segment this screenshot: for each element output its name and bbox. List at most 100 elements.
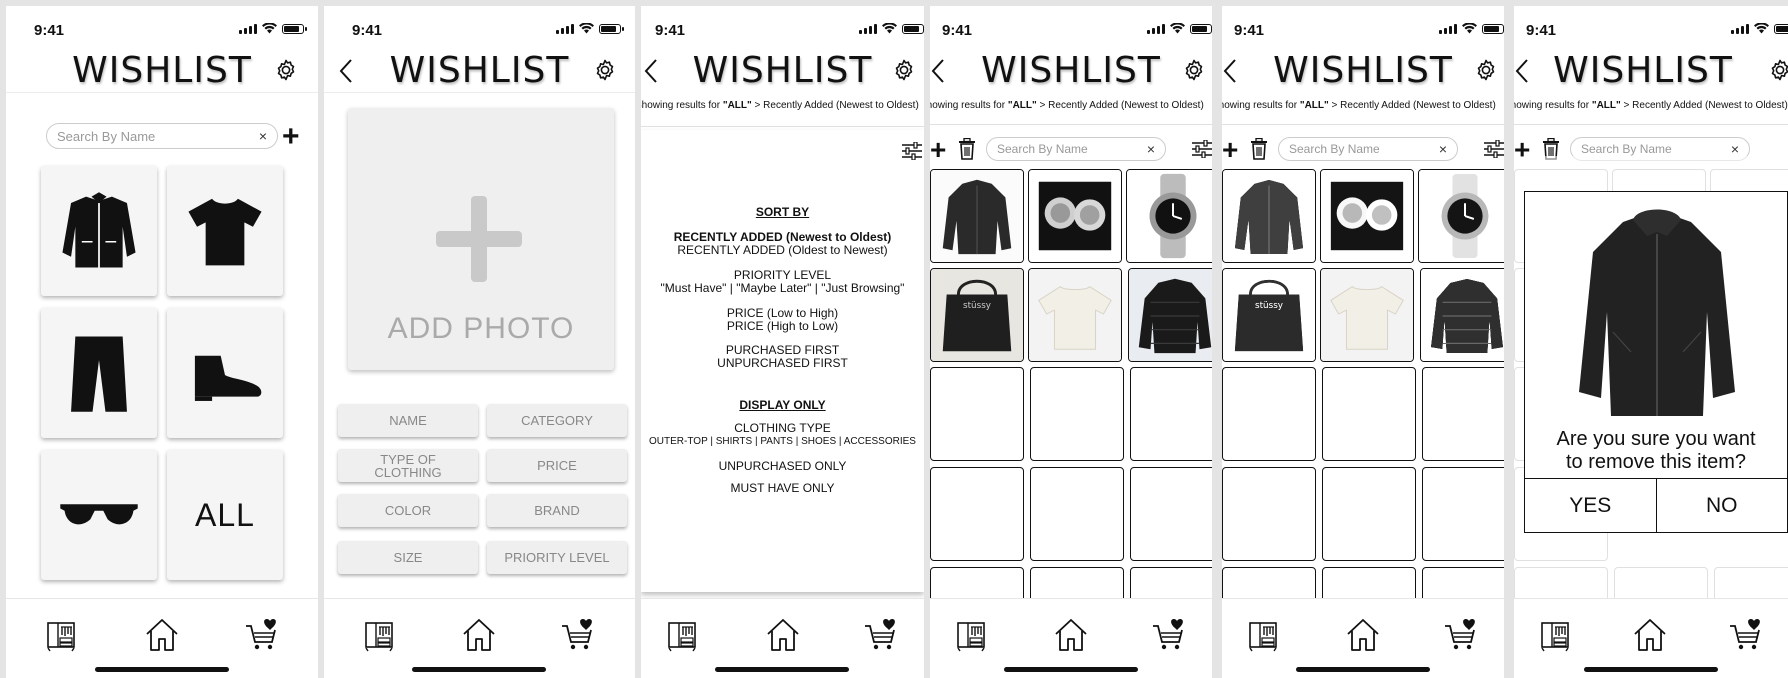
sort-price-high-low[interactable]: PRICE (High to Low): [641, 320, 924, 333]
add-item-button[interactable]: +: [1222, 136, 1238, 164]
cart-heart-icon[interactable]: [863, 617, 899, 653]
closet-icon[interactable]: [44, 617, 80, 653]
home-icon[interactable]: [1632, 617, 1668, 653]
add-item-button[interactable]: +: [282, 122, 300, 152]
item-tile-earrings[interactable]: [1028, 169, 1122, 263]
category-outer-top[interactable]: [41, 166, 157, 296]
cart-heart-icon[interactable]: [1443, 617, 1479, 653]
filter-unpurchased-only[interactable]: UNPURCHASED ONLY: [641, 460, 924, 473]
field-category[interactable]: CATEGORY: [487, 404, 627, 437]
field-brand[interactable]: BRAND: [487, 494, 627, 527]
tab-bar: [1514, 598, 1788, 678]
empty-tile[interactable]: [1422, 367, 1504, 461]
search-input[interactable]: Search By Name ×: [1278, 137, 1458, 161]
sort-panel: SORT BY RECENTLY ADDED (Newest to Oldest…: [641, 130, 924, 592]
filter-clothing-type[interactable]: CLOTHING TYPE: [641, 422, 924, 435]
closet-icon[interactable]: [1538, 617, 1574, 653]
sort-priority-options: "Must Have" | "Maybe Later" | "Just Brow…: [660, 281, 905, 295]
cart-heart-icon[interactable]: [244, 617, 280, 653]
no-button[interactable]: NO: [1657, 479, 1788, 532]
settings-gear-icon[interactable]: [274, 58, 298, 82]
field-color[interactable]: COLOR: [338, 494, 478, 527]
closet-icon[interactable]: [1246, 617, 1282, 653]
field-price[interactable]: PRICE: [487, 449, 627, 482]
add-photo-button[interactable]: ADD PHOTO: [348, 108, 614, 370]
item-tile-tote-bag[interactable]: [930, 268, 1024, 362]
home-icon[interactable]: [1345, 617, 1381, 653]
field-size[interactable]: SIZE: [338, 541, 478, 574]
item-tile-t-shirt[interactable]: [1320, 268, 1414, 362]
empty-tile[interactable]: [1130, 367, 1212, 461]
home-indicator: [715, 667, 849, 672]
search-input[interactable]: Search By Name ×: [986, 137, 1166, 161]
settings-gear-icon[interactable]: [1182, 58, 1206, 82]
status-time: 9:41: [34, 22, 65, 39]
empty-tile[interactable]: [1030, 467, 1124, 561]
clear-search-icon[interactable]: ×: [259, 128, 267, 144]
settings-gear-icon[interactable]: [1474, 58, 1498, 82]
closet-icon[interactable]: [954, 617, 990, 653]
item-tile-tote-bag[interactable]: [1222, 268, 1316, 362]
item-tile-puffer-jacket[interactable]: [1420, 268, 1504, 362]
item-tile-jacket[interactable]: [930, 169, 1024, 263]
item-tile-watch[interactable]: [1126, 169, 1212, 263]
clear-search-icon[interactable]: ×: [1731, 141, 1739, 157]
item-tile-jacket[interactable]: [1222, 169, 1316, 263]
cart-heart-icon[interactable]: [1151, 617, 1187, 653]
signal-icon: [556, 24, 574, 34]
category-shoes[interactable]: [167, 308, 283, 438]
item-tile-watch[interactable]: [1418, 169, 1504, 263]
item-tile-t-shirt[interactable]: [1028, 268, 1122, 362]
empty-tile[interactable]: [1030, 367, 1124, 461]
empty-tile[interactable]: [930, 467, 1024, 561]
category-shirts[interactable]: [167, 166, 283, 296]
item-tile-earrings[interactable]: [1320, 169, 1414, 263]
clear-search-icon[interactable]: ×: [1439, 141, 1447, 157]
empty-tile[interactable]: [1222, 467, 1316, 561]
empty-tile[interactable]: [1322, 367, 1416, 461]
filter-must-have-only[interactable]: MUST HAVE ONLY: [641, 482, 924, 495]
page-title: WISHLIST: [692, 50, 873, 91]
empty-tile[interactable]: [1222, 367, 1316, 461]
search-input[interactable]: Search By Name ×: [46, 123, 278, 149]
cart-heart-icon[interactable]: [560, 617, 596, 653]
sort-unpurchased-first[interactable]: UNPURCHASED FIRST: [641, 357, 924, 370]
results-sort: Recently Added (Newest to Oldest): [1048, 100, 1204, 111]
field-priority-level[interactable]: PRIORITY LEVEL: [487, 541, 627, 574]
yes-button[interactable]: YES: [1525, 479, 1657, 532]
empty-tile[interactable]: [1130, 467, 1212, 561]
filter-clothing-type-options[interactable]: OUTER-TOP | SHIRTS | PANTS | SHOES | ACC…: [641, 435, 924, 448]
trash-icon[interactable]: [958, 138, 976, 160]
category-pants[interactable]: [41, 308, 157, 438]
filter-sliders-icon[interactable]: [1484, 140, 1504, 158]
empty-tile[interactable]: [1322, 467, 1416, 561]
settings-gear-icon[interactable]: [1768, 58, 1788, 82]
status-bar: 9:41: [6, 6, 318, 46]
battery-icon: [902, 24, 924, 34]
field-name[interactable]: NAME: [338, 404, 478, 437]
sort-recent-oldest[interactable]: RECENTLY ADDED (Oldest to Newest): [641, 244, 924, 257]
closet-icon[interactable]: [665, 617, 701, 653]
filter-sliders-icon[interactable]: [902, 142, 922, 160]
add-item-button[interactable]: +: [930, 136, 946, 164]
item-tile-puffer-jacket[interactable]: [1128, 268, 1212, 362]
empty-tile[interactable]: [1422, 467, 1504, 561]
status-icons: [1147, 23, 1212, 34]
cart-heart-icon[interactable]: [1728, 617, 1764, 653]
status-icons: [556, 23, 624, 34]
settings-gear-icon[interactable]: [593, 58, 617, 82]
home-icon[interactable]: [144, 617, 180, 653]
field-type-of-clothing[interactable]: TYPE OF CLOTHING: [338, 449, 478, 482]
trash-icon[interactable]: [1250, 138, 1268, 160]
category-all[interactable]: ALL: [167, 450, 283, 580]
home-icon[interactable]: [765, 617, 801, 653]
settings-gear-icon[interactable]: [892, 58, 916, 82]
home-icon[interactable]: [461, 617, 497, 653]
empty-tile[interactable]: [930, 367, 1024, 461]
closet-icon[interactable]: [362, 617, 398, 653]
pants-icon: [56, 330, 142, 416]
clear-search-icon[interactable]: ×: [1147, 141, 1155, 157]
home-icon[interactable]: [1053, 617, 1089, 653]
category-accessories[interactable]: [41, 450, 157, 580]
filter-sliders-icon[interactable]: [1192, 140, 1212, 158]
